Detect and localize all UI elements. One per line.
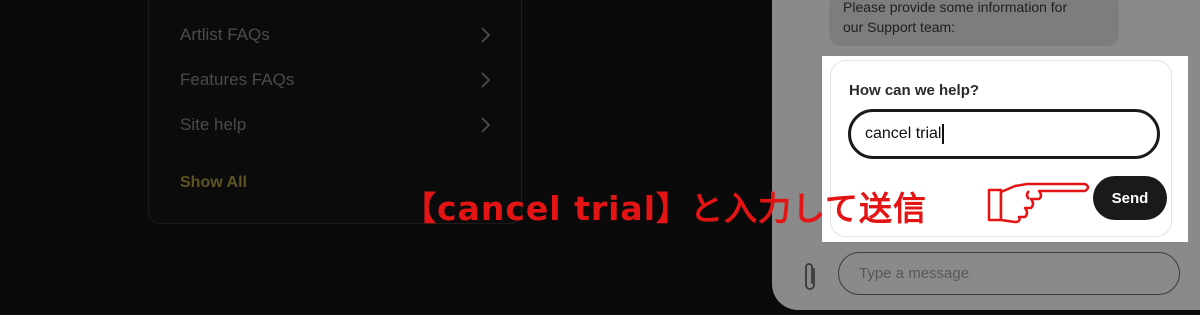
text-cursor [942, 124, 945, 144]
chevron-right-icon [481, 27, 491, 43]
show-all-link[interactable]: Show All [180, 174, 247, 192]
paperclip-icon[interactable] [800, 261, 820, 293]
instruction-annotation: 【cancel trial】と入力して送信 [403, 189, 928, 228]
pointing-hand-icon [987, 182, 1090, 224]
bot-message-line: Please provide some information for [843, 0, 1068, 15]
faq-item-site-help[interactable]: Site help [180, 110, 492, 140]
help-form-label: How can we help? [849, 82, 980, 99]
bot-message-line: our Support team: [843, 19, 956, 35]
faq-item-features[interactable]: Features FAQs [180, 65, 492, 95]
help-input-value: cancel trial [865, 125, 942, 142]
bot-message-bubble: Please provide some information for our … [829, 0, 1119, 46]
chevron-right-icon [481, 72, 491, 88]
faq-item-artlist[interactable]: Artlist FAQs [180, 20, 492, 50]
faq-item-label: Site help [180, 115, 247, 134]
faq-item-label: Artlist FAQs [180, 25, 270, 44]
faq-item-label: Features FAQs [180, 70, 295, 89]
message-input[interactable]: Type a message [838, 252, 1180, 295]
message-input-placeholder: Type a message [859, 265, 970, 282]
chevron-right-icon [481, 117, 491, 133]
send-button[interactable]: Send [1093, 176, 1167, 220]
help-input[interactable]: cancel trial [848, 109, 1160, 159]
